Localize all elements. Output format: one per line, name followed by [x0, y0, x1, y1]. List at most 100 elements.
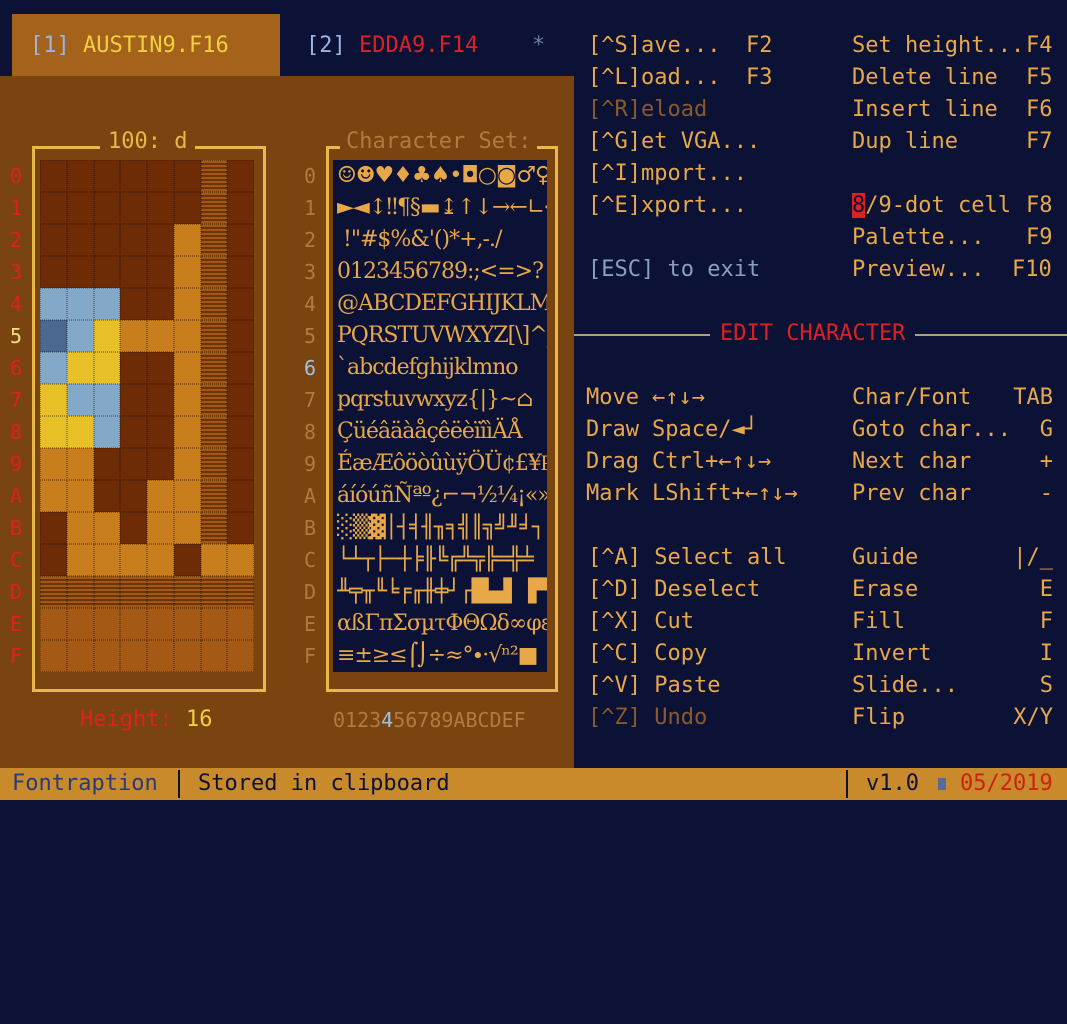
palette-button[interactable]: Palette...	[852, 222, 984, 254]
grid-cell[interactable]	[227, 512, 254, 544]
grid-cell[interactable]	[147, 448, 174, 480]
grid-cell[interactable]	[66, 160, 94, 192]
grid-cell[interactable]	[120, 256, 147, 288]
grid-cell[interactable]	[40, 160, 67, 192]
grid-cell[interactable]	[120, 384, 147, 416]
charset-row[interactable]: ≡±≥≤⌠⌡÷≈°∙·√ⁿ²■	[337, 640, 547, 672]
file-menu-item[interactable]: [^L]oad...	[588, 62, 720, 94]
grid-cell[interactable]	[66, 352, 94, 384]
charset-row[interactable]: αßΓπΣσµτΦΘΩδ∞φε∩	[337, 608, 547, 640]
grid-cell[interactable]	[66, 384, 94, 416]
grid-cell[interactable]	[40, 192, 67, 224]
grid-cell[interactable]	[200, 352, 228, 384]
edit-action-label[interactable]: Fill	[852, 606, 905, 638]
grid-cell[interactable]	[93, 544, 121, 576]
grid-cell[interactable]	[93, 320, 121, 352]
font-menu-item[interactable]: Delete line	[852, 62, 998, 94]
grid-cell[interactable]	[40, 352, 67, 384]
grid-cell[interactable]	[227, 192, 254, 224]
grid-cell[interactable]	[227, 288, 254, 320]
grid-cell[interactable]	[147, 576, 174, 608]
grid-cell[interactable]	[147, 192, 174, 224]
grid-cell[interactable]	[173, 448, 201, 480]
grid-cell[interactable]	[40, 640, 67, 672]
grid-cell[interactable]	[200, 448, 228, 480]
grid-cell[interactable]	[200, 512, 228, 544]
grid-cell[interactable]	[93, 608, 121, 640]
charset-row[interactable]: ÇüéâäàåçêëèïîìÄÅ	[337, 416, 547, 448]
grid-cell[interactable]	[227, 160, 254, 192]
grid-cell[interactable]	[227, 544, 254, 576]
charset-row[interactable]: ☺☻♥♦♣♠•◘○◙♂♀♪♫☼	[337, 160, 547, 192]
grid-cell[interactable]	[173, 576, 201, 608]
grid-cell[interactable]	[93, 224, 121, 256]
grid-cell[interactable]	[173, 640, 201, 672]
grid-cell[interactable]	[147, 224, 174, 256]
grid-cell[interactable]	[200, 224, 228, 256]
edit-action[interactable]: [^V] Paste	[588, 670, 720, 702]
grid-cell[interactable]	[200, 608, 228, 640]
grid-cell[interactable]	[40, 512, 67, 544]
grid-cell[interactable]	[173, 512, 201, 544]
grid-cell[interactable]	[40, 288, 67, 320]
grid-cell[interactable]	[120, 192, 147, 224]
grid-cell[interactable]	[173, 416, 201, 448]
grid-cell[interactable]	[200, 544, 228, 576]
grid-cell[interactable]	[66, 640, 94, 672]
grid-cell[interactable]	[227, 384, 254, 416]
grid-cell[interactable]	[173, 256, 201, 288]
grid-cell[interactable]	[227, 576, 254, 608]
grid-cell[interactable]	[120, 512, 147, 544]
charset-row[interactable]: ╨╤╥╙╘╒╓╫╪┘┌█▄▌▐▀	[337, 576, 547, 608]
grid-cell[interactable]	[200, 288, 228, 320]
grid-cell[interactable]	[93, 256, 121, 288]
grid-cell[interactable]	[40, 448, 67, 480]
grid-cell[interactable]	[120, 480, 147, 512]
grid-cell[interactable]	[147, 256, 174, 288]
file-menu-item[interactable]: [^I]mport...	[588, 158, 747, 190]
grid-cell[interactable]	[66, 608, 94, 640]
file-menu-item[interactable]: [^R]eload	[588, 94, 707, 126]
grid-cell[interactable]	[93, 352, 121, 384]
grid-cell[interactable]	[40, 416, 67, 448]
tab-edda9[interactable]: [2] EDDA9.F14	[306, 30, 478, 62]
grid-cell[interactable]	[147, 160, 174, 192]
grid-cell[interactable]	[93, 416, 121, 448]
grid-cell[interactable]	[227, 448, 254, 480]
grid-cell[interactable]	[173, 224, 201, 256]
grid-cell[interactable]	[227, 224, 254, 256]
grid-cell[interactable]	[93, 448, 121, 480]
preview-button[interactable]: Preview...	[852, 254, 984, 286]
charset-row[interactable]: pqrstuvwxyz{|}~⌂	[337, 384, 547, 416]
grid-cell[interactable]	[66, 224, 94, 256]
grid-cell[interactable]	[93, 512, 121, 544]
grid-cell[interactable]	[40, 320, 67, 352]
grid-cell[interactable]	[147, 384, 174, 416]
grid-cell[interactable]	[66, 256, 94, 288]
grid-cell[interactable]	[147, 352, 174, 384]
grid-cell[interactable]	[93, 480, 121, 512]
grid-cell[interactable]	[200, 576, 228, 608]
grid-cell[interactable]	[173, 192, 201, 224]
edit-action-label[interactable]: Erase	[852, 574, 918, 606]
file-menu-item[interactable]: [^S]ave...	[588, 30, 720, 62]
charset-row[interactable]: ░▒▓│┤╡╢╖╕╣║╗╝╜╛┐	[337, 512, 547, 544]
grid-cell[interactable]	[147, 480, 174, 512]
grid-cell[interactable]	[40, 224, 67, 256]
charset-row[interactable]: `abcdefghijklmno	[337, 352, 547, 384]
grid-cell[interactable]	[173, 608, 201, 640]
grid-cell[interactable]	[120, 608, 147, 640]
grid-cell[interactable]	[120, 288, 147, 320]
grid-cell[interactable]	[66, 544, 94, 576]
grid-cell[interactable]	[120, 576, 147, 608]
file-menu-item[interactable]: [^E]xport...	[588, 190, 747, 222]
grid-cell[interactable]	[66, 448, 94, 480]
edit-action-label[interactable]: Invert	[852, 638, 931, 670]
grid-cell[interactable]	[66, 416, 94, 448]
edit-action[interactable]: [^X] Cut	[588, 606, 694, 638]
grid-cell[interactable]	[200, 640, 228, 672]
font-menu-item[interactable]: Dup line	[852, 126, 958, 158]
grid-cell[interactable]	[120, 640, 147, 672]
charset-row[interactable]: └┴┬├─┼╞╟╚╔╩╦╠═╬╧	[337, 544, 547, 576]
grid-cell[interactable]	[147, 288, 174, 320]
